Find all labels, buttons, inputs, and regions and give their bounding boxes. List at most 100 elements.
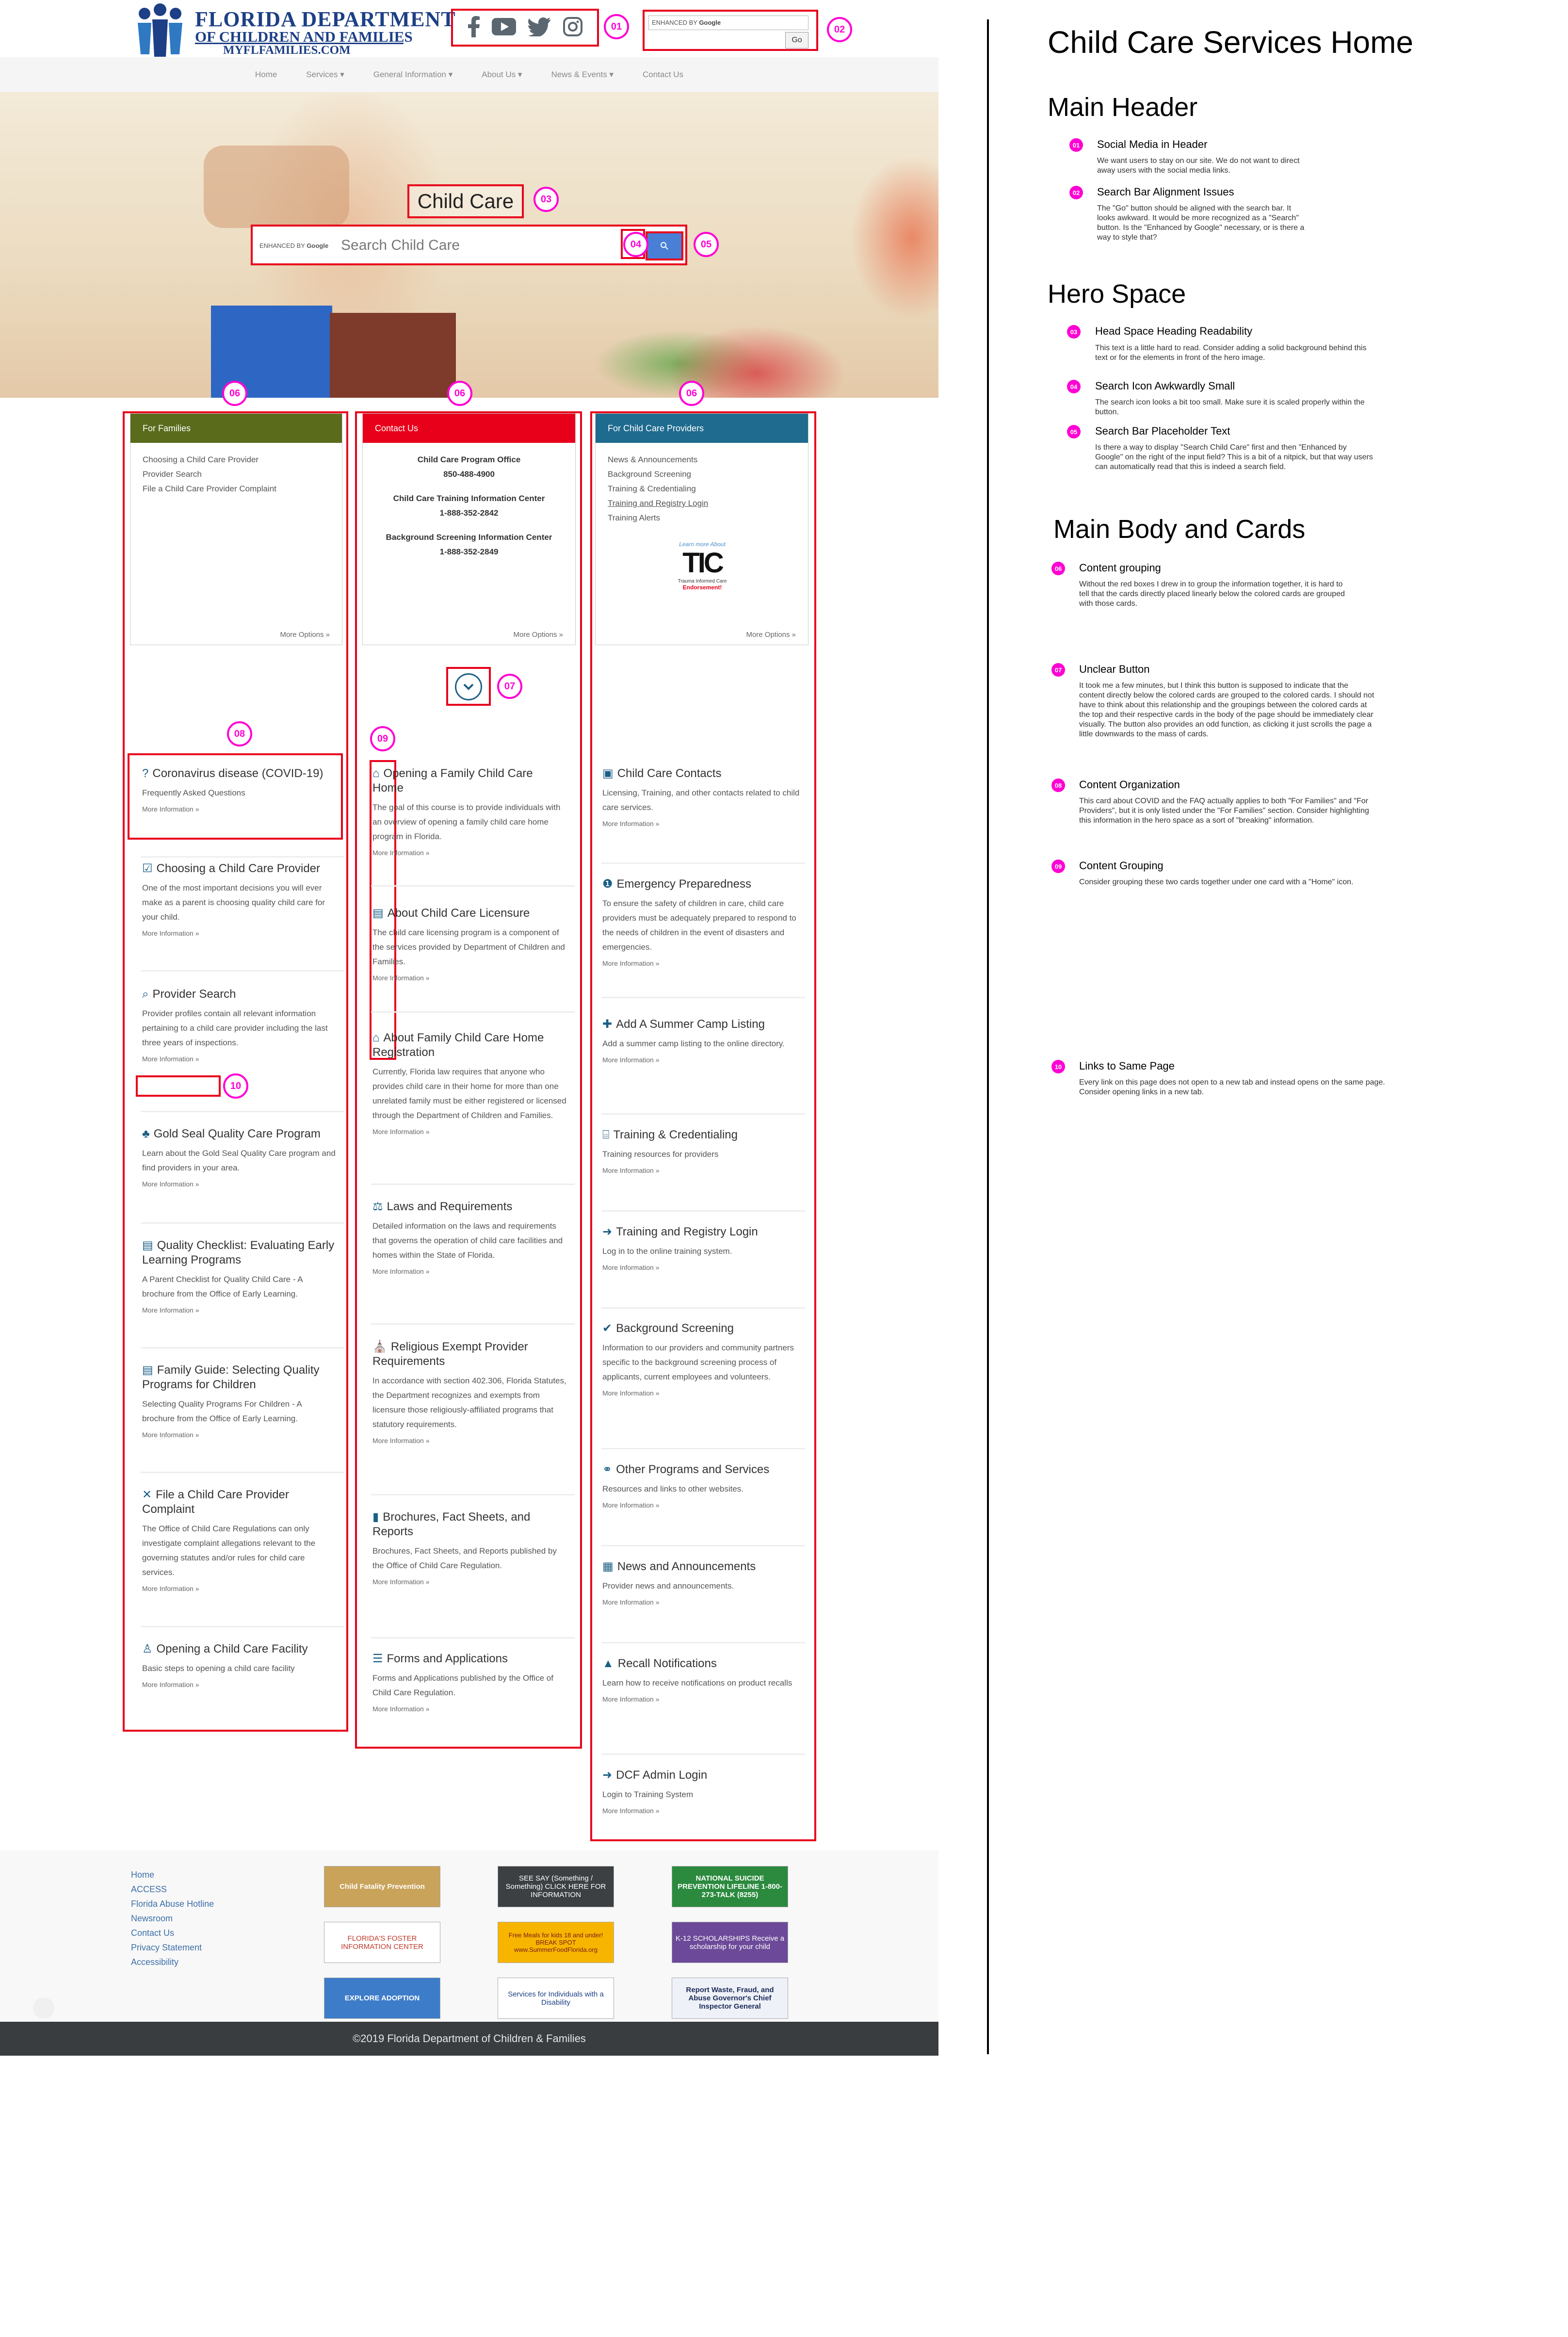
card-news-more[interactable]: More Information »: [602, 1598, 801, 1606]
card-home-registration-more[interactable]: More Information »: [372, 1128, 566, 1136]
card-choosing-more[interactable]: More Information »: [142, 929, 336, 937]
footer-link-newsroom[interactable]: Newsroom: [131, 1911, 214, 1926]
card-forms-more[interactable]: More Information »: [372, 1705, 566, 1713]
card-file-complaint[interactable]: ✕ File a Child Care Provider Complaint Th…: [142, 1488, 336, 1592]
footer-link-home[interactable]: Home: [131, 1867, 214, 1882]
contact-more-options[interactable]: More Options »: [513, 631, 563, 639]
ad-explore-adoption[interactable]: EXPLORE ADOPTION: [324, 1978, 440, 2019]
providers-link-training[interactable]: Training & Credentialing: [608, 482, 796, 496]
ad-florida-foster[interactable]: FLORIDA'S FOSTER INFORMATION CENTER: [324, 1922, 440, 1963]
contact-line-office-phone[interactable]: 850-488-4900: [375, 467, 563, 482]
card-brochures[interactable]: ▮ Brochures, Fact Sheets, and Reports Bro…: [372, 1510, 566, 1586]
providers-link-alerts[interactable]: Training Alerts: [608, 511, 796, 525]
ad-k12-scholarships[interactable]: K-12 SCHOLARSHIPS Receive a scholarship …: [672, 1922, 788, 1963]
tic-endorsement-logo[interactable]: Learn more About TIC Trauma Informed Car…: [663, 541, 741, 591]
card-covid[interactable]: ? Coronavirus disease (COVID-19) Frequent…: [142, 766, 336, 813]
facebook-icon[interactable]: [468, 16, 480, 40]
card-family-guide-more[interactable]: More Information »: [142, 1431, 336, 1439]
nav-news-events[interactable]: News & Events ▾: [551, 70, 614, 80]
nav-general-information[interactable]: General Information ▾: [373, 70, 453, 80]
footer-link-access[interactable]: ACCESS: [131, 1882, 214, 1897]
nav-home[interactable]: Home: [255, 70, 277, 80]
dcf-logo[interactable]: FLORIDA DEPARTMENT OF CHILDREN AND FAMIL…: [131, 0, 455, 61]
card-religious-exempt[interactable]: ⛪ Religious Exempt Provider Requirements …: [372, 1340, 566, 1444]
card-religious-exempt-more[interactable]: More Information »: [372, 1437, 566, 1444]
ad-child-fatality-prevention[interactable]: Child Fatality Prevention: [324, 1866, 440, 1907]
annotation-section-header: Main Header: [1048, 93, 1198, 122]
twitter-icon[interactable]: [528, 17, 551, 39]
card-provider-search[interactable]: ⌕ Provider Search Provider profiles conta…: [142, 987, 336, 1063]
youtube-icon[interactable]: [492, 17, 517, 38]
card-opening-family-home[interactable]: ⌂ Opening a Family Child Care Home The go…: [372, 766, 566, 857]
hero-search-input[interactable]: Search Child Care: [341, 237, 460, 254]
card-forms[interactable]: ☰ Forms and Applications Forms and Applic…: [372, 1652, 566, 1713]
card-emergency-more[interactable]: More Information »: [602, 959, 801, 967]
ad-report-waste[interactable]: Report Waste, Fraud, and Abuse Governor'…: [672, 1978, 788, 2019]
card-other-programs-more[interactable]: More Information »: [602, 1501, 801, 1509]
card-covid-more[interactable]: More Information »: [142, 805, 336, 813]
ad-disability-services[interactable]: Services for Individuals with a Disabili…: [498, 1978, 614, 2019]
providers-more-options[interactable]: More Options »: [746, 631, 796, 639]
families-link-choosing[interactable]: Choosing a Child Care Provider: [143, 453, 330, 467]
footer-link-abuse-hotline[interactable]: Florida Abuse Hotline: [131, 1897, 214, 1911]
card-other-programs[interactable]: ⚭ Other Programs and Services Resources a…: [602, 1462, 801, 1509]
scroll-down-button[interactable]: [455, 673, 482, 700]
card-summer-camp[interactable]: ✚ Add A Summer Camp Listing Add a summer …: [602, 1017, 801, 1064]
card-summer-camp-more[interactable]: More Information »: [602, 1056, 801, 1064]
card-news[interactable]: ▦ News and Announcements Provider news an…: [602, 1559, 801, 1606]
card-quality-checklist[interactable]: ▤ Quality Checklist: Evaluating Early Lea…: [142, 1238, 336, 1314]
card-registry-more[interactable]: More Information »: [602, 1264, 801, 1271]
instagram-icon[interactable]: [563, 16, 582, 39]
card-training-credentialing[interactable]: ⌸ Training & Credentialing Training resou…: [602, 1128, 801, 1174]
card-child-care-contacts[interactable]: ▣ Child Care Contacts Licensing, Training…: [602, 766, 801, 828]
card-contacts-more[interactable]: More Information »: [602, 820, 801, 828]
card-recall-more[interactable]: More Information »: [602, 1695, 801, 1703]
card-licensure-more[interactable]: More Information »: [372, 974, 566, 982]
footer-link-privacy[interactable]: Privacy Statement: [131, 1940, 214, 1955]
card-provider-search-more[interactable]: More Information »: [142, 1055, 336, 1063]
providers-link-registry[interactable]: Training and Registry Login: [608, 496, 796, 511]
card-laws[interactable]: ⚖ Laws and Requirements Detailed informat…: [372, 1200, 566, 1275]
card-opening-facility-more[interactable]: More Information »: [142, 1681, 336, 1688]
hero-search-button[interactable]: [646, 231, 683, 260]
card-gold-seal[interactable]: ♣ Gold Seal Quality Care Program Learn ab…: [142, 1127, 336, 1188]
providers-link-screening[interactable]: Background Screening: [608, 467, 796, 482]
card-home-registration[interactable]: ⌂ About Family Child Care Home Registrati…: [372, 1031, 566, 1136]
nav-about-us[interactable]: About Us ▾: [482, 70, 522, 80]
card-licensure[interactable]: ▤ About Child Care Licensure The child ca…: [372, 906, 566, 982]
card-quality-checklist-more[interactable]: More Information »: [142, 1306, 336, 1314]
card-opening-family-home-more[interactable]: More Information »: [372, 849, 566, 857]
contact-line-screening-phone[interactable]: 1-888-352-2849: [375, 545, 563, 559]
back-to-top-button[interactable]: [33, 1997, 54, 2019]
card-emergency[interactable]: ❶ Emergency Preparedness To ensure the sa…: [602, 877, 801, 967]
card-screening-more[interactable]: More Information »: [602, 1389, 801, 1397]
card-choosing-provider[interactable]: ☑ Choosing a Child Care Provider One of t…: [142, 861, 336, 937]
contact-line-training-phone[interactable]: 1-888-352-2842: [375, 506, 563, 520]
nav-services[interactable]: Services ▾: [306, 70, 344, 80]
card-family-guide[interactable]: ▤ Family Guide: Selecting Quality Program…: [142, 1363, 336, 1439]
providers-link-news[interactable]: News & Announcements: [608, 453, 796, 467]
ad-suicide-lifeline[interactable]: NATIONAL SUICIDE PREVENTION LIFELINE 1-8…: [672, 1866, 788, 1907]
card-opening-facility-desc: Basic steps to opening a child care faci…: [142, 1664, 295, 1673]
families-link-complaint[interactable]: File a Child Care Provider Complaint: [143, 482, 330, 496]
card-file-complaint-more[interactable]: More Information »: [142, 1585, 336, 1592]
header-search-input[interactable]: ENHANCED BY Google: [648, 16, 808, 30]
nav-contact-us[interactable]: Contact Us: [643, 70, 683, 80]
ad-break-spot[interactable]: Free Meals for kids 18 and under! BREAK …: [498, 1922, 614, 1963]
families-link-provider-search[interactable]: Provider Search: [143, 467, 330, 482]
footer-link-contact[interactable]: Contact Us: [131, 1926, 214, 1940]
footer-link-accessibility[interactable]: Accessibility: [131, 1955, 214, 1969]
card-opening-facility[interactable]: ♙ Opening a Child Care Facility Basic ste…: [142, 1642, 336, 1688]
card-background-screening[interactable]: ✔ Background Screening Information to our…: [602, 1321, 801, 1397]
card-recall[interactable]: ▲ Recall Notifications Learn how to recei…: [602, 1656, 801, 1703]
card-gold-seal-more[interactable]: More Information »: [142, 1180, 336, 1188]
card-laws-more[interactable]: More Information »: [372, 1267, 566, 1275]
card-dcf-admin-more[interactable]: More Information »: [602, 1807, 801, 1815]
card-training-cred-more[interactable]: More Information »: [602, 1167, 801, 1174]
card-registry-login[interactable]: ➜ Training and Registry Login Log in to t…: [602, 1225, 801, 1271]
families-more-options[interactable]: More Options »: [280, 631, 330, 639]
card-dcf-admin-login[interactable]: ➜ DCF Admin Login Login to Training Syste…: [602, 1768, 801, 1815]
ad-see-say[interactable]: SEE SAY (Something / Something) CLICK HE…: [498, 1866, 614, 1907]
go-button[interactable]: Go: [785, 32, 808, 49]
card-brochures-more[interactable]: More Information »: [372, 1578, 566, 1586]
